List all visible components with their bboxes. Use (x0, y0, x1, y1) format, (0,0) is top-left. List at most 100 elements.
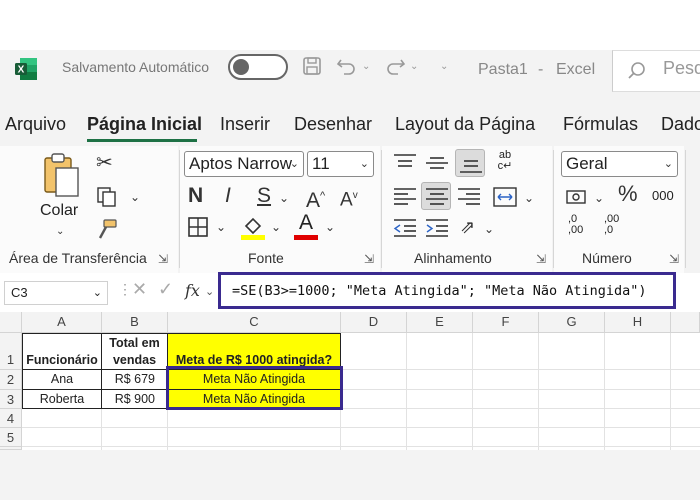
font-size-select[interactable]: 11 ⌄ (307, 151, 374, 177)
font-launcher-icon[interactable]: ⇲ (364, 252, 374, 266)
paste-label[interactable]: Colar (40, 202, 78, 220)
tab-formulas[interactable]: Fórmulas (563, 114, 638, 135)
formula-input[interactable]: =SE(B3>=1000; "Meta Atingida"; "Meta Não… (232, 283, 647, 299)
cell-b2[interactable]: R$ 679 (101, 369, 168, 390)
borders-chevron-down-icon[interactable]: ⌄ (216, 220, 226, 234)
number-launcher-icon[interactable]: ⇲ (669, 252, 679, 266)
enter-icon[interactable]: ✓ (158, 279, 173, 300)
merge-chevron-down-icon[interactable]: ⌄ (524, 191, 534, 205)
group-divider (685, 150, 686, 268)
column-header-f[interactable]: F (473, 312, 539, 333)
tab-desenhar[interactable]: Desenhar (294, 114, 372, 135)
active-tab-underline (87, 139, 197, 142)
row-header-4[interactable]: 4 (0, 409, 22, 428)
cut-icon[interactable]: ✂ (96, 153, 113, 173)
group-divider (179, 150, 180, 268)
undo-icon[interactable] (336, 56, 358, 76)
clipboard-launcher-icon[interactable]: ⇲ (158, 252, 168, 266)
shrink-font-button[interactable]: Av (340, 186, 358, 210)
font-name-select[interactable]: Aptos Narrow ⌄ (184, 151, 304, 177)
thousands-separator-button[interactable]: 000 (652, 188, 674, 203)
cancel-icon[interactable]: ✕ (132, 279, 147, 300)
redo-icon[interactable] (384, 56, 406, 76)
tab-inserir[interactable]: Inserir (220, 114, 270, 135)
column-header-a[interactable]: A (22, 312, 102, 333)
font-color-chevron-down-icon[interactable]: ⌄ (325, 220, 335, 234)
cell-c1[interactable]: Meta de R$ 1000 atingida? (167, 333, 341, 370)
column-header-e[interactable]: E (407, 312, 473, 333)
document-title: Pasta1 (478, 61, 528, 78)
undo-chevron-down-icon[interactable]: ⌄ (362, 61, 370, 72)
row-header-5[interactable]: 5 (0, 428, 22, 447)
italic-button[interactable]: I (225, 185, 231, 206)
grow-font-glyph: A (306, 189, 321, 212)
cell-a1[interactable]: Funcionário (22, 333, 102, 370)
font-group-label: Fonte (248, 250, 284, 266)
group-divider (381, 150, 382, 268)
redo-chevron-down-icon[interactable]: ⌄ (410, 61, 418, 72)
font-color-button[interactable]: A (294, 211, 318, 240)
borders-icon[interactable] (187, 216, 209, 238)
wrap-text-icon[interactable]: ab c↵ (490, 150, 520, 178)
copy-chevron-down-icon[interactable]: ⌄ (130, 190, 140, 204)
tab-pagina-inicial[interactable]: Página Inicial (87, 114, 202, 135)
format-painter-icon[interactable] (96, 218, 118, 240)
fx-chevron-down-icon[interactable]: ⌄ (205, 285, 214, 298)
save-icon[interactable] (302, 56, 322, 76)
increase-indent-icon[interactable] (424, 217, 450, 239)
name-box[interactable]: C3 ⌄ (4, 281, 108, 305)
cell-a3[interactable]: Roberta (22, 389, 102, 409)
cell-a2[interactable]: Ana (22, 369, 102, 390)
column-header-i[interactable] (671, 312, 700, 333)
cell-b3[interactable]: R$ 900 (101, 389, 168, 409)
align-middle-icon[interactable] (424, 152, 450, 174)
font-color-swatch (294, 235, 318, 240)
increase-decimal-button[interactable]: ,0 ,00 (568, 214, 583, 236)
column-header-h[interactable]: H (605, 312, 671, 333)
row-header-1[interactable]: 1 (0, 333, 22, 370)
copy-icon[interactable] (96, 186, 118, 208)
column-header-b[interactable]: B (102, 312, 168, 333)
fill-color-chevron-down-icon[interactable]: ⌄ (271, 220, 281, 234)
select-all-corner[interactable] (0, 312, 22, 333)
currency-chevron-down-icon[interactable]: ⌄ (594, 191, 604, 205)
autosave-toggle[interactable] (228, 54, 288, 80)
underline-button[interactable]: S (257, 185, 271, 206)
row-header-6[interactable]: 6 (0, 447, 22, 450)
number-format-select[interactable]: Geral ⌄ (561, 151, 678, 177)
decrease-decimal-button[interactable]: ,00 ,0 (604, 214, 619, 236)
percent-button[interactable]: % (618, 183, 638, 205)
align-top-icon[interactable] (392, 152, 418, 174)
tab-arquivo[interactable]: Arquivo (5, 114, 66, 135)
column-header-d[interactable]: D (341, 312, 407, 333)
merge-center-icon[interactable] (492, 186, 518, 208)
fill-color-icon[interactable] (240, 214, 266, 240)
column-header-c[interactable]: C (168, 312, 341, 333)
formula-bar-grip-icon: ⋮ (118, 281, 132, 297)
align-bottom-button[interactable] (455, 149, 485, 177)
align-right-icon[interactable] (456, 186, 482, 208)
column-header-g[interactable]: G (539, 312, 605, 333)
insert-function-button[interactable]: fx (185, 281, 200, 300)
row-header-3[interactable]: 3 (0, 390, 22, 409)
align-left-icon[interactable] (392, 186, 418, 208)
alignment-launcher-icon[interactable]: ⇲ (536, 252, 546, 266)
paste-icon[interactable] (42, 152, 82, 198)
customize-chevron-down-icon[interactable]: ⌄ (440, 61, 448, 72)
decrease-indent-icon[interactable] (392, 217, 418, 239)
row-header-2[interactable]: 2 (0, 370, 22, 390)
tab-layout-da-pagina[interactable]: Layout da Página (395, 114, 535, 135)
cell-b1[interactable]: Total em vendas (101, 333, 168, 370)
align-center-button[interactable] (421, 182, 451, 210)
currency-icon[interactable] (565, 186, 589, 208)
orientation-chevron-down-icon[interactable]: ⌄ (484, 222, 494, 236)
orientation-icon[interactable]: ⇗ (460, 217, 475, 237)
search-box[interactable]: Pesq (612, 50, 700, 92)
bold-button[interactable]: N (188, 185, 203, 206)
paste-chevron-down-icon[interactable]: ⌄ (56, 226, 64, 237)
align-bottom-icon (460, 160, 482, 173)
grow-font-button[interactable]: A^ (306, 186, 325, 211)
tab-dados[interactable]: Dados (661, 114, 700, 135)
search-icon (628, 62, 645, 79)
underline-chevron-down-icon[interactable]: ⌄ (279, 191, 289, 205)
